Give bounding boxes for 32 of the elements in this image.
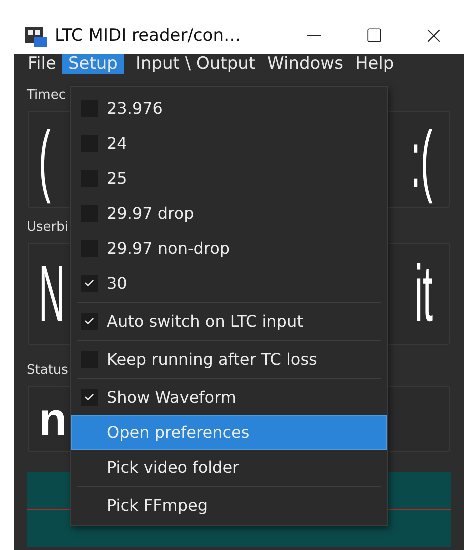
maximize-icon xyxy=(366,27,382,44)
display-text: it xyxy=(415,249,433,339)
menu-item[interactable]: Windows xyxy=(262,54,350,74)
minimize-icon xyxy=(307,34,321,36)
checkbox[interactable] xyxy=(81,389,98,406)
menu-option[interactable]: Pick video folder xyxy=(71,450,387,485)
menu-option[interactable]: 25 xyxy=(71,161,387,196)
menu-option[interactable]: 24 xyxy=(71,126,387,161)
menu-option[interactable]: 23.976 xyxy=(71,91,387,126)
menu-option[interactable]: Auto switch on LTC input xyxy=(71,304,387,339)
menu-option[interactable]: 30 xyxy=(71,266,387,301)
display-text: ( xyxy=(39,114,51,204)
check-icon xyxy=(84,278,95,289)
display-text: :( xyxy=(411,114,433,204)
display-text: N xyxy=(39,249,65,339)
menu-option[interactable]: 29.97 non-drop xyxy=(71,231,387,266)
menu-item[interactable]: File xyxy=(22,54,62,74)
checkbox[interactable] xyxy=(81,313,98,330)
status-text: n xyxy=(39,396,68,442)
menu-item[interactable]: Help xyxy=(349,54,400,74)
menu-item[interactable]: Input \ Output xyxy=(130,54,262,74)
checkbox[interactable] xyxy=(81,275,98,292)
menu-option[interactable]: 29.97 drop xyxy=(71,196,387,231)
menu-option[interactable]: Keep running after TC loss xyxy=(71,342,387,377)
section-label: Timec xyxy=(27,88,67,105)
window-title: LTC MIDI reader/con… xyxy=(55,26,242,46)
app-logo-icon xyxy=(25,24,47,46)
check-icon xyxy=(84,316,95,327)
section-label: Status xyxy=(27,363,70,380)
section-label: Userbi xyxy=(27,220,70,237)
menu-option[interactable]: Show Waveform xyxy=(71,380,387,415)
check-icon xyxy=(84,392,95,403)
